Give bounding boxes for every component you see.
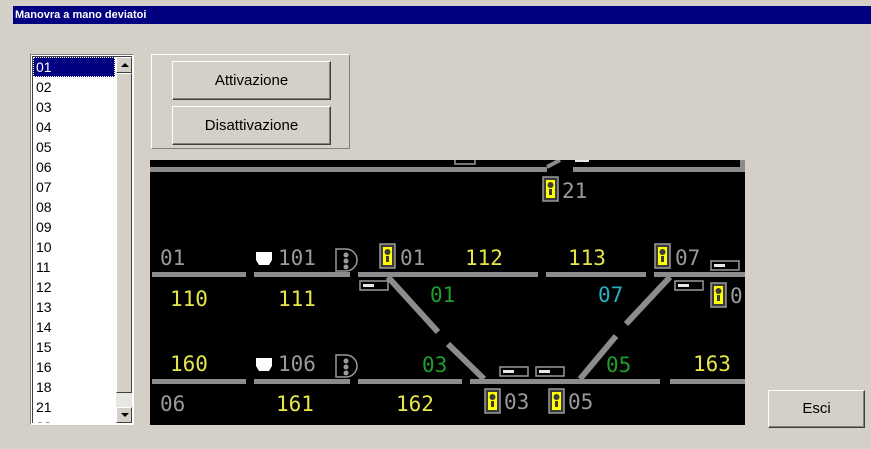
- track-01-label: 01: [160, 246, 185, 270]
- switch-03-label: 03: [422, 353, 447, 377]
- signal-05-label: 05: [568, 390, 593, 414]
- switch-01-marker: [359, 280, 389, 291]
- track-113: [546, 272, 646, 277]
- list-item[interactable]: 04: [33, 117, 115, 137]
- track-top-end: [740, 160, 745, 172]
- track-111: [254, 272, 350, 277]
- list-item[interactable]: 07: [33, 177, 115, 197]
- switch-01-label: 01: [430, 283, 455, 307]
- switch-03-diverging[interactable]: [445, 341, 487, 382]
- signal-03-label: 03: [504, 390, 529, 414]
- window-title-bar: Manovra a mano deviatoi: [13, 6, 871, 24]
- deactivate-button[interactable]: Disattivazione: [172, 106, 331, 145]
- list-item[interactable]: 10: [33, 237, 115, 257]
- switch-listbox[interactable]: 01020304050607080910111213141516182122: [30, 54, 134, 425]
- list-item[interactable]: 02: [33, 77, 115, 97]
- track-160-label: 160: [170, 352, 208, 376]
- list-item[interactable]: 18: [33, 377, 115, 397]
- signal-101-label: 101: [278, 246, 316, 270]
- list-item[interactable]: 09: [33, 217, 115, 237]
- list-item[interactable]: 12: [33, 277, 115, 297]
- switch-07-label: 07: [598, 283, 623, 307]
- track-01: [152, 272, 246, 277]
- list-item[interactable]: 05: [33, 137, 115, 157]
- vertical-scrollbar[interactable]: [116, 57, 132, 423]
- signal-0-label: 0: [730, 284, 743, 308]
- switch-listbox-inner: 01020304050607080910111213141516182122: [32, 56, 132, 423]
- switch-list: 01020304050607080910111213141516182122: [33, 57, 115, 423]
- track-lower-mid: [470, 379, 660, 384]
- track-112: [358, 272, 538, 277]
- list-item[interactable]: 01: [33, 57, 115, 77]
- switch-05-marker: [535, 366, 565, 377]
- track-110-label: 110: [170, 287, 208, 311]
- shunt-106-icon: [256, 358, 272, 371]
- track-162: [358, 379, 462, 384]
- track-163: [670, 379, 745, 384]
- signal-01-icon[interactable]: [379, 243, 396, 269]
- track-161: [254, 379, 350, 384]
- list-item[interactable]: 16: [33, 357, 115, 377]
- scroll-up-arrow-icon[interactable]: [116, 57, 132, 73]
- top-marker-2: [575, 160, 589, 162]
- activate-button[interactable]: Attivazione: [172, 61, 331, 100]
- track-diagram: 21 01 101 01 112 113 07 110 111 01 07 0 …: [150, 160, 745, 425]
- list-item[interactable]: 13: [33, 297, 115, 317]
- window-title: Manovra a mano deviatoi: [15, 9, 147, 21]
- list-item[interactable]: 14: [33, 317, 115, 337]
- switch-05-label: 05: [606, 353, 631, 377]
- switch-07-diverging[interactable]: [623, 274, 673, 327]
- top-marker: [454, 160, 476, 165]
- signal-106-label: 106: [278, 352, 316, 376]
- signal-03-icon[interactable]: [484, 388, 501, 414]
- track-top-left: [150, 167, 547, 172]
- scroll-thumb[interactable]: [116, 73, 132, 393]
- track-161-label: 161: [276, 392, 314, 416]
- shunt-07-marker: [710, 260, 740, 271]
- switch-07-marker: [674, 280, 704, 291]
- list-item[interactable]: 11: [33, 257, 115, 277]
- list-item[interactable]: 21: [33, 397, 115, 417]
- exit-button[interactable]: Esci: [768, 390, 865, 428]
- track-162-label: 162: [396, 392, 434, 416]
- top-branch: [546, 160, 561, 169]
- track-112-label: 112: [465, 246, 503, 270]
- list-item[interactable]: 22: [33, 417, 115, 423]
- track-06-label: 06: [160, 392, 185, 416]
- list-item[interactable]: 08: [33, 197, 115, 217]
- track-06: [152, 379, 246, 384]
- shunt-101-icon: [256, 252, 272, 265]
- list-item[interactable]: 15: [33, 337, 115, 357]
- switch-03-marker: [499, 366, 529, 377]
- signal-01-label: 01: [400, 246, 425, 270]
- list-item[interactable]: 06: [33, 157, 115, 177]
- track-163-label: 163: [693, 352, 731, 376]
- scroll-down-arrow-icon[interactable]: [116, 407, 132, 423]
- track-diagram-svg: 21 01 101 01 112 113 07 110 111 01 07 0 …: [150, 160, 745, 416]
- track-top-right: [573, 167, 740, 172]
- signal-05-icon[interactable]: [548, 388, 565, 414]
- signal-07-icon[interactable]: [654, 243, 671, 269]
- track-111-label: 111: [278, 287, 316, 311]
- signal-21-label: 21: [562, 179, 587, 203]
- list-item[interactable]: 03: [33, 97, 115, 117]
- track-113-label: 113: [568, 246, 606, 270]
- signal-0-icon[interactable]: [710, 282, 727, 308]
- signal-21-icon[interactable]: [542, 176, 559, 202]
- signal-07-label: 07: [675, 246, 700, 270]
